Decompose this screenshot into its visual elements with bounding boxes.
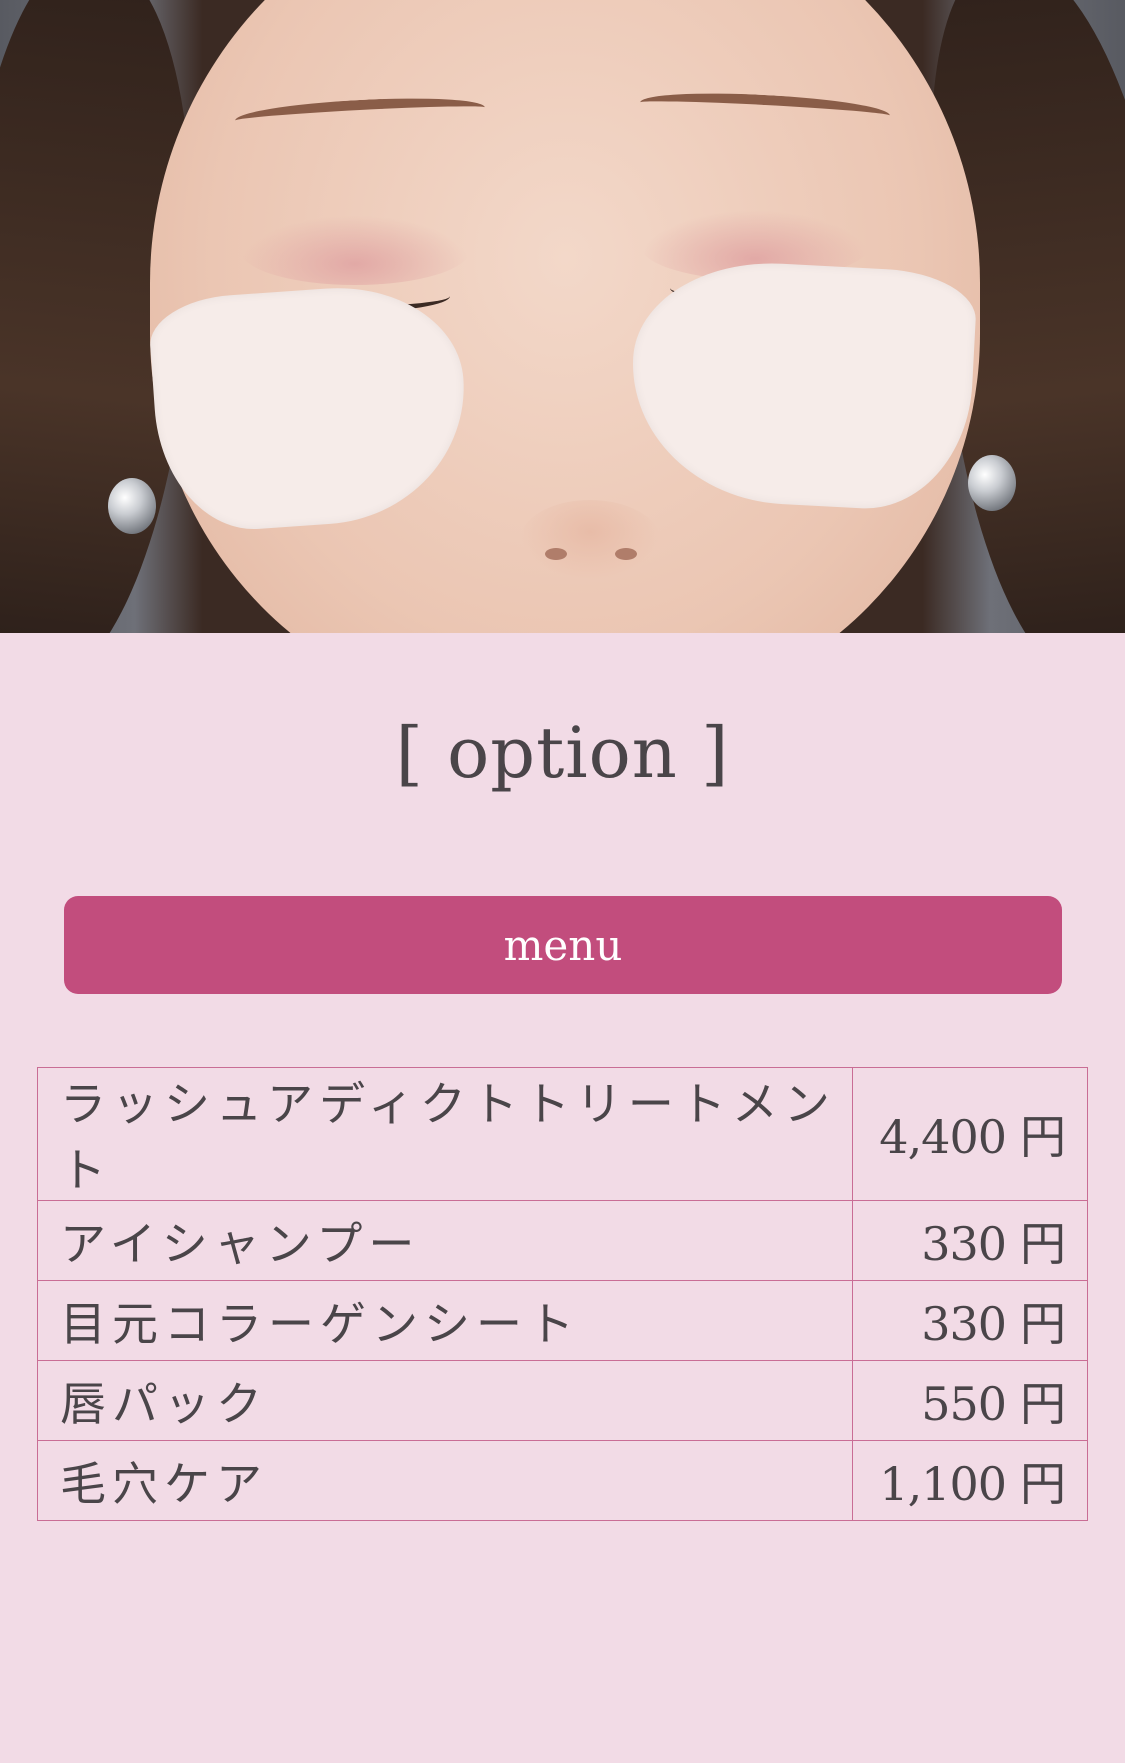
item-name: 目元コラーゲンシート [37, 1280, 853, 1361]
eyelid-left [240, 215, 470, 285]
nose [520, 500, 660, 580]
price-value: 330 [921, 1296, 1007, 1351]
price-value: 4,400 [879, 1110, 1007, 1164]
item-price: 1,100 円 [852, 1440, 1088, 1521]
price-unit: 円 [1020, 1376, 1066, 1431]
price-value: 330 [921, 1216, 1007, 1271]
price-value: 1,100 [879, 1456, 1007, 1511]
nostril-left [545, 548, 567, 560]
price-value: 550 [921, 1376, 1007, 1431]
item-price: 330 円 [852, 1280, 1088, 1361]
item-price: 330 円 [852, 1200, 1088, 1281]
menu-label: menu [503, 920, 623, 970]
price-unit: 円 [1020, 1110, 1066, 1164]
item-name: 毛穴ケア [37, 1440, 853, 1521]
item-name: ラッシュアディクトトリートメント [37, 1067, 853, 1201]
item-name: 唇パック [37, 1360, 853, 1441]
table-row: 毛穴ケア 1,100 円 [37, 1440, 1088, 1521]
menu-header-bar: menu [64, 896, 1062, 994]
price-unit: 円 [1020, 1216, 1066, 1271]
earring-right [968, 455, 1016, 511]
table-row: 唇パック 550 円 [37, 1360, 1088, 1441]
earring-left [108, 478, 156, 534]
item-name: アイシャンプー [37, 1200, 853, 1281]
price-unit: 円 [1020, 1296, 1066, 1351]
table-row: アイシャンプー 330 円 [37, 1200, 1088, 1281]
nostril-right [615, 548, 637, 560]
table-row: ラッシュアディクトトリートメント 4,400 円 [37, 1067, 1088, 1201]
item-price: 4,400 円 [852, 1067, 1088, 1201]
hero-photo-eye-patches [0, 0, 1125, 633]
price-unit: 円 [1020, 1456, 1066, 1511]
option-price-table: ラッシュアディクトトリートメント 4,400 円 アイシャンプー 330 円 目元コ… [37, 1067, 1088, 1521]
section-title: [ option ] [395, 712, 730, 794]
item-price: 550 円 [852, 1360, 1088, 1441]
table-row: 目元コラーゲンシート 330 円 [37, 1280, 1088, 1361]
